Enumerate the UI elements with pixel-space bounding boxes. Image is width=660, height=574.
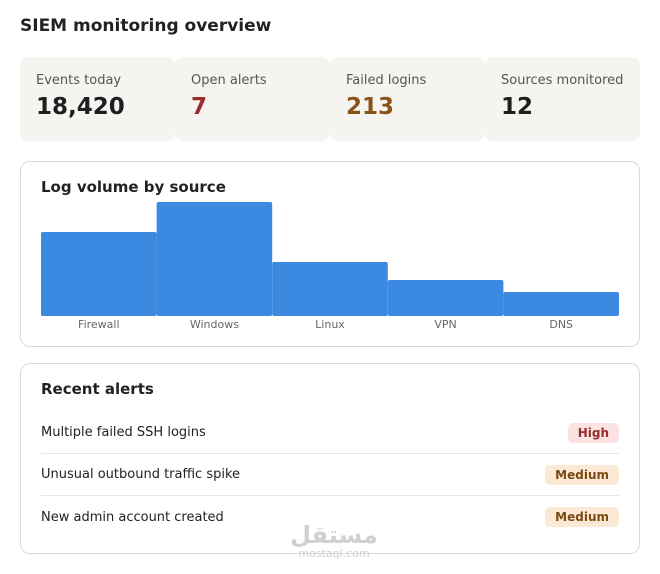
alert-row[interactable]: Multiple failed SSH logins High <box>41 412 619 454</box>
bar-linux <box>272 262 388 316</box>
severity-badge: Medium <box>545 464 619 485</box>
bar-vpn <box>387 280 504 316</box>
log-volume-panel: Log volume by source Firewall Windows Linu… <box>20 161 640 347</box>
stat-card-sources-monitored: Sources monitored 12 <box>485 57 640 141</box>
bar-windows <box>156 202 273 316</box>
alert-text: Unusual outbound traffic spike <box>41 467 241 482</box>
stat-value: 213 <box>346 94 395 120</box>
stat-label: Events today <box>36 73 122 88</box>
bar-dns <box>503 292 619 316</box>
bar-firewall <box>41 232 157 316</box>
stat-card-open-alerts: Open alerts 7 <box>175 57 330 141</box>
alert-text: New admin account created <box>41 509 224 525</box>
alert-text: Multiple failed SSH logins <box>41 425 206 440</box>
stat-label: Failed logins <box>346 73 427 88</box>
alert-row[interactable]: Unusual outbound traffic spike Medium <box>41 454 619 496</box>
alerts-title: Recent alerts <box>41 380 154 398</box>
stat-card-failed-logins: Failed logins 213 <box>330 57 485 141</box>
stats-row: Events today 18,420 Open alerts 7 Failed… <box>20 57 640 141</box>
stat-card-events-today: Events today 18,420 <box>20 57 175 141</box>
tick-label-linux: Linux <box>315 318 345 331</box>
stat-label: Open alerts <box>191 73 267 88</box>
page-title: SIEM monitoring overview <box>20 16 272 36</box>
tick-label-windows: Windows <box>190 318 239 331</box>
stat-value: 12 <box>501 94 534 120</box>
alert-row[interactable]: New admin account created Medium <box>41 496 619 538</box>
tick-label-vpn: VPN <box>434 318 456 331</box>
tick-label-dns: DNS <box>549 318 573 331</box>
stat-label: Sources monitored <box>501 73 624 88</box>
stat-value: 7 <box>191 94 208 120</box>
severity-badge: Medium <box>545 507 619 527</box>
log-volume-chart: Firewall Windows Linux VPN DNS <box>41 202 619 331</box>
severity-badge: High <box>567 422 619 443</box>
tick-label-firewall: Firewall <box>78 318 119 331</box>
stat-value: 18,420 <box>36 94 125 120</box>
recent-alerts-panel: Recent alerts Multiple failed SSH logins… <box>20 363 640 554</box>
